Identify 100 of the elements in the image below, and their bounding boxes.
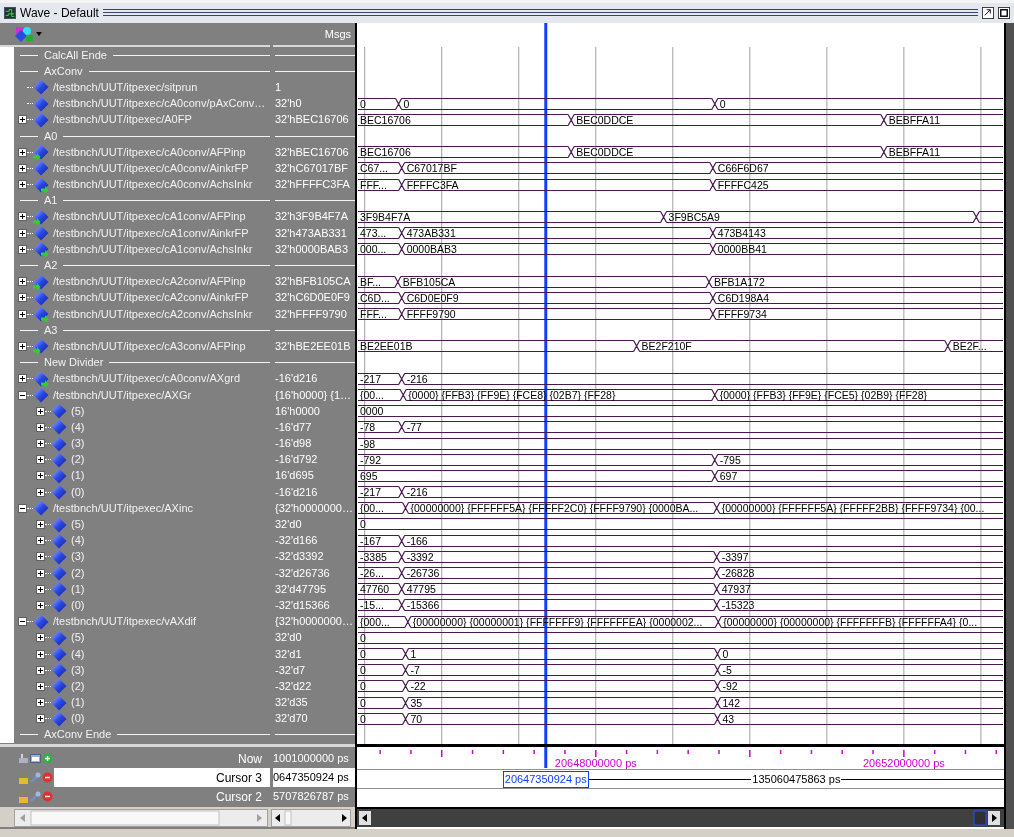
maximize-icon[interactable] (998, 7, 1010, 19)
expand-toggle[interactable] (36, 584, 45, 594)
signal-value: 1 (275, 81, 282, 93)
expand-toggle[interactable] (18, 374, 27, 384)
signal-name[interactable]: (0) (71, 486, 85, 498)
remove-icon[interactable] (42, 772, 53, 783)
signal-value: {32'h0000000… (275, 502, 353, 514)
diamond-icon (51, 467, 67, 484)
diamond-icon (33, 225, 49, 242)
signal-name[interactable]: /testbnch/UUT/itpexec/cA2conv/AchsInkr (53, 308, 253, 320)
signal-name[interactable]: (2) (71, 454, 85, 466)
expand-toggle[interactable] (18, 244, 27, 254)
expand-toggle[interactable] (18, 163, 27, 173)
expand-toggle[interactable] (36, 487, 45, 497)
expand-toggle[interactable] (36, 471, 45, 481)
signal-name[interactable]: (4) (71, 648, 85, 660)
shapes-icon[interactable] (14, 25, 34, 43)
expand-toggle[interactable] (36, 552, 45, 562)
horizontal-scrollbar[interactable] (14, 809, 268, 827)
expand-toggle[interactable] (36, 633, 45, 643)
expand-toggle[interactable] (18, 341, 27, 351)
expand-toggle[interactable] (36, 422, 45, 432)
cursor-name[interactable]: Cursor 2 (54, 787, 270, 806)
wave-value: -92 (722, 680, 738, 693)
expand-toggle[interactable] (36, 455, 45, 465)
cursor-time-label[interactable]: 20647350924 ps (502, 771, 589, 788)
signal-name[interactable]: /testbnch/UUT/itpexec/A0FP (53, 114, 192, 126)
diamond-icon (51, 694, 67, 711)
signal-name[interactable]: /testbnch/UUT/itpexec/vAXdif (53, 616, 197, 628)
signal-name[interactable]: /testbnch/UUT/itpexec/cA0conv/pAxConv… (53, 98, 266, 110)
tool-icon[interactable] (18, 753, 29, 764)
expand-toggle[interactable] (36, 536, 45, 546)
expand-toggle[interactable] (18, 309, 27, 319)
signal-name[interactable]: /testbnch/UUT/itpexec/cA0conv/AFPinp (53, 146, 246, 158)
wave-value: {00... (360, 502, 384, 515)
signal-name[interactable]: (1) (71, 583, 85, 595)
signal-name[interactable]: /testbnch/UUT/itpexec/cA1conv/AFPinp (53, 211, 246, 223)
expand-toggle[interactable] (36, 568, 45, 578)
signal-name[interactable]: (2) (71, 680, 85, 692)
expand-toggle[interactable] (36, 714, 45, 724)
horizontal-scrollbar[interactable] (357, 807, 1004, 827)
signal-name[interactable]: (5) (71, 405, 85, 417)
signal-name[interactable]: (3) (71, 438, 85, 450)
expand-toggle[interactable] (36, 698, 45, 708)
expand-toggle[interactable] (36, 681, 45, 691)
signal-value: 32'hC67017BF (275, 162, 349, 174)
expand-toggle[interactable] (36, 439, 45, 449)
signal-name[interactable]: /testbnch/UUT/itpexec/cA1conv/AchsInkr (53, 243, 253, 255)
vertical-scrollbar[interactable] (1006, 23, 1014, 829)
signal-name[interactable]: (5) (71, 632, 85, 644)
diamond-arrow-icon (33, 176, 49, 193)
signal-name[interactable]: (2) (71, 567, 85, 579)
signal-name[interactable]: (4) (71, 535, 85, 547)
signal-name[interactable]: (3) (71, 551, 85, 563)
undock-icon[interactable] (982, 7, 994, 19)
signal-value: 32'h0000BAB3 (275, 243, 349, 255)
signal-name[interactable]: /testbnch/UUT/itpexec/cA2conv/AinkrFP (53, 292, 249, 304)
expand-toggle[interactable] (18, 212, 27, 222)
expand-toggle[interactable] (18, 147, 27, 157)
expand-toggle[interactable] (18, 617, 27, 627)
signal-name[interactable]: (3) (71, 664, 85, 676)
wave-value: -217 (360, 372, 381, 385)
signal-name[interactable]: /testbnch/UUT/itpexec/AXGr (53, 389, 192, 401)
signal-name[interactable]: /testbnch/UUT/itpexec/cA1conv/AinkrFP (53, 227, 249, 239)
signal-name[interactable]: (4) (71, 421, 85, 433)
cursor-name[interactable]: Cursor 3 (54, 768, 270, 787)
signal-name[interactable]: (5) (71, 519, 85, 531)
expand-toggle[interactable] (18, 503, 27, 513)
expand-toggle[interactable] (18, 228, 27, 238)
signal-name[interactable]: /testbnch/UUT/itpexec/cA0conv/AXgrd (53, 373, 241, 385)
remove-icon[interactable] (42, 791, 53, 802)
expand-toggle[interactable] (18, 277, 27, 287)
expand-toggle[interactable] (18, 180, 27, 190)
signal-name[interactable]: (1) (71, 470, 85, 482)
expand-toggle[interactable] (36, 649, 45, 659)
add-icon[interactable] (42, 753, 53, 764)
expand-toggle[interactable] (36, 600, 45, 610)
expand-toggle[interactable] (36, 520, 45, 530)
signal-name[interactable]: (0) (71, 713, 85, 725)
signal-name[interactable]: (0) (71, 599, 85, 611)
expand-toggle[interactable] (36, 406, 45, 416)
wave-value: 0 (360, 97, 366, 110)
signal-name[interactable]: /testbnch/UUT/itpexec/cA0conv/AchsInkr (53, 179, 253, 191)
signal-name[interactable]: /testbnch/UUT/itpexec/cA3conv/AFPinp (53, 340, 246, 352)
expand-toggle[interactable] (18, 390, 27, 400)
window-icon[interactable] (30, 753, 41, 764)
signal-name[interactable]: /testbnch/UUT/itpexec/cA2conv/AFPinp (53, 276, 246, 288)
horizontal-scrollbar[interactable] (271, 809, 351, 827)
signal-name[interactable]: /testbnch/UUT/itpexec/sitprun (53, 81, 198, 93)
signal-name[interactable]: /testbnch/UUT/itpexec/AXinc (53, 502, 193, 514)
signal-value: 32'hC6D0E0F9 (275, 292, 350, 304)
wave-value: 0000 (360, 405, 384, 418)
expand-toggle[interactable] (18, 115, 27, 125)
window-title: Wave - Default (20, 7, 99, 19)
expand-toggle[interactable] (36, 665, 45, 675)
cursor-name[interactable]: Now (54, 749, 270, 768)
signal-name[interactable]: /testbnch/UUT/itpexec/cA0conv/AinkrFP (53, 162, 249, 174)
expand-toggle[interactable] (18, 293, 27, 303)
caret-icon[interactable] (36, 32, 42, 36)
signal-name[interactable]: (1) (71, 697, 85, 709)
